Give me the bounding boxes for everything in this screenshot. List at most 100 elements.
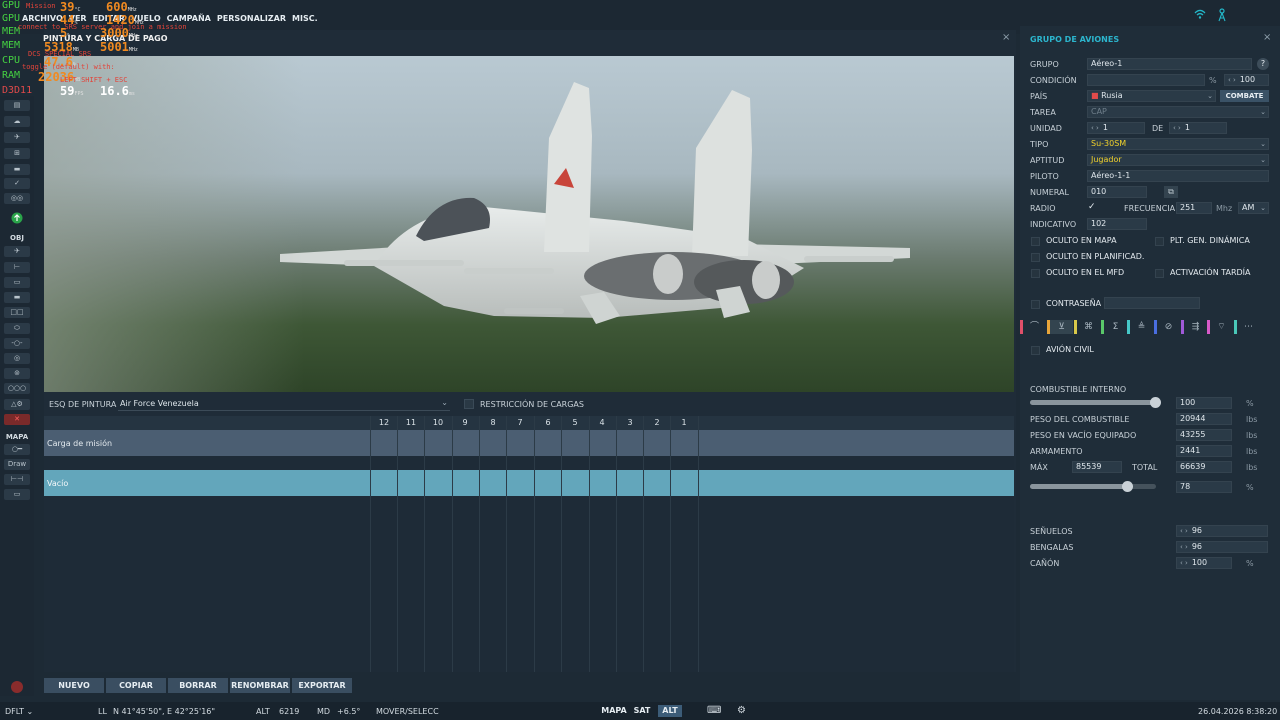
station-6[interactable]: 6 — [535, 418, 561, 427]
loadout-row-empty[interactable]: Vacío — [44, 470, 1014, 496]
map-ruler-icon[interactable]: ○━ — [4, 444, 30, 455]
station-5[interactable]: 5 — [562, 418, 588, 427]
obj-tank-icon[interactable]: ▬ — [4, 292, 30, 303]
load-slider[interactable] — [1030, 481, 1156, 492]
map-measure-icon[interactable]: ⊢⊣ — [4, 474, 30, 485]
condition-input[interactable]: ‹ › 100 — [1224, 74, 1269, 86]
copy-button[interactable]: COPIAR — [106, 678, 166, 693]
station-4[interactable]: 4 — [589, 418, 615, 427]
station-2[interactable]: 2 — [644, 418, 670, 427]
tool-weather-icon[interactable]: ☁ — [4, 116, 30, 127]
gun-input[interactable]: ‹ › 100 — [1176, 557, 1232, 569]
rename-button[interactable]: RENOMBRAR — [230, 678, 290, 693]
late-activation-checkbox[interactable] — [1155, 269, 1164, 278]
fuel-slider-knob[interactable] — [1150, 397, 1161, 408]
type-select[interactable]: Su-30SM ⌄ — [1087, 138, 1269, 150]
numeral-input[interactable]: 010 — [1087, 186, 1147, 198]
tab-route[interactable]: ⌒ — [1020, 320, 1046, 334]
tab-advanced[interactable]: ⇶ — [1181, 320, 1207, 334]
alt-mode-button[interactable]: ALT — [658, 705, 682, 717]
fuel-pct-input[interactable]: 100 — [1176, 397, 1232, 409]
civil-checkbox[interactable] — [1031, 346, 1040, 355]
tool-group-icon[interactable]: ◎◎ — [4, 193, 30, 204]
menu-ver[interactable]: VER — [69, 14, 87, 23]
settings-icon[interactable]: ⚙ — [737, 705, 746, 716]
radio-check-icon[interactable]: ✓ — [1088, 202, 1098, 212]
unit-count-input[interactable]: ‹ › 1 — [1169, 122, 1227, 134]
sat-mode-button[interactable]: SAT — [631, 705, 653, 717]
group-name-input[interactable]: Aéreo-1 — [1087, 58, 1252, 70]
country-select[interactable]: ■ Rusia ⌄ — [1087, 90, 1216, 102]
tool-layer-icon[interactable]: ▤ — [4, 100, 30, 111]
callsign-input[interactable]: 102 — [1087, 218, 1147, 230]
tab-fuel[interactable]: ≜ — [1127, 320, 1153, 334]
menu-archivo[interactable]: ARCHIVO — [22, 14, 63, 23]
unit-index-input[interactable]: ‹ › 1 — [1087, 122, 1145, 134]
pilot-input[interactable]: Aéreo-1-1 — [1087, 170, 1269, 182]
tab-payload[interactable]: ⊻ — [1047, 320, 1073, 334]
delete-button[interactable]: BORRAR — [168, 678, 228, 693]
record-icon[interactable] — [11, 681, 23, 693]
tab-radio[interactable]: ⌔ — [1207, 320, 1233, 334]
station-10[interactable]: 10 — [425, 418, 451, 427]
aircraft-preview[interactable] — [44, 56, 1014, 392]
map-mode-button[interactable]: MAPA — [600, 705, 628, 717]
obj-shapes-icon[interactable]: △⚙ — [4, 399, 30, 410]
modulation-select[interactable]: AM ⌄ — [1238, 202, 1269, 214]
station-9[interactable]: 9 — [452, 418, 478, 427]
tool-ship-icon[interactable]: ▬ — [4, 164, 30, 175]
combat-button[interactable]: COMBATE — [1220, 90, 1269, 102]
tab-triggers[interactable]: ⌘ — [1074, 320, 1100, 334]
profile-select[interactable]: DFLT ⌄ — [5, 707, 33, 716]
menu-personalizar[interactable]: PERSONALIZAR — [217, 14, 286, 23]
station-11[interactable]: 11 — [398, 418, 424, 427]
help-icon[interactable]: ? — [1257, 58, 1269, 70]
obj-target-icon[interactable]: ⊚ — [4, 368, 30, 379]
flare-input[interactable]: ‹ › 96 — [1176, 541, 1268, 553]
tool-aircraft-icon[interactable]: ✈ — [4, 132, 30, 143]
password-checkbox[interactable] — [1031, 300, 1040, 309]
wifi-icon[interactable] — [1194, 8, 1206, 20]
hidden-planner-checkbox[interactable] — [1031, 253, 1040, 262]
dynamic-gen-checkbox[interactable] — [1155, 237, 1164, 246]
tool-helicopter-icon[interactable]: ⊞ — [4, 148, 30, 159]
obj-static-icon[interactable]: □□ — [4, 307, 30, 318]
condition-slider[interactable] — [1087, 74, 1205, 86]
delete-icon[interactable]: ✕ — [4, 414, 30, 425]
chaff-input[interactable]: ‹ › 96 — [1176, 525, 1268, 537]
frequency-input[interactable]: 251 — [1176, 202, 1212, 214]
menu-editar[interactable]: EDITAR — [93, 14, 125, 23]
restriction-checkbox[interactable] — [464, 399, 474, 409]
menu-campana[interactable]: CAMPAÑA — [167, 14, 211, 23]
hidden-mfd-checkbox[interactable] — [1031, 269, 1040, 278]
map-rect-icon[interactable]: ▭ — [4, 489, 30, 500]
antenna-icon[interactable] — [1216, 8, 1228, 22]
tab-more[interactable]: ⋯ — [1234, 320, 1260, 334]
obj-ship-icon[interactable]: ⬭ — [4, 323, 30, 334]
station-7[interactable]: 7 — [507, 418, 533, 427]
tool-check-icon[interactable]: ✓ — [4, 178, 30, 189]
station-8[interactable]: 8 — [480, 418, 506, 427]
hidden-map-checkbox[interactable] — [1031, 237, 1040, 246]
painting-select[interactable]: Air Force Venezuela ⌄ — [118, 397, 450, 411]
station-3[interactable]: 3 — [617, 418, 643, 427]
new-button[interactable]: NUEVO — [44, 678, 104, 693]
obj-aircraft-icon[interactable]: ✈ — [4, 246, 30, 257]
draw-button[interactable]: Draw — [4, 459, 30, 470]
tool-arrow-icon[interactable] — [4, 212, 30, 224]
payload-close-icon[interactable]: × — [1002, 32, 1010, 43]
tab-disabled[interactable]: ⊘ — [1154, 320, 1180, 334]
obj-template-icon[interactable]: ○○○ — [4, 383, 30, 394]
loadout-row-mission[interactable]: Carga de misión — [44, 430, 1014, 456]
password-input[interactable] — [1104, 297, 1200, 309]
station-1[interactable]: 1 — [671, 418, 697, 427]
menu-misc[interactable]: MISC. — [292, 14, 318, 23]
menu-vuelo[interactable]: VUELO — [131, 14, 161, 23]
load-slider-knob[interactable] — [1122, 481, 1133, 492]
copy-icon[interactable]: ⧉ — [1164, 186, 1178, 198]
tab-summary[interactable]: Σ — [1101, 320, 1127, 334]
obj-helicopter-icon[interactable]: ⊢ — [4, 262, 30, 273]
group-close-icon[interactable]: × — [1263, 32, 1271, 43]
export-button[interactable]: EXPORTAR — [292, 678, 352, 693]
obj-waypoint-icon[interactable]: -○- — [4, 338, 30, 349]
